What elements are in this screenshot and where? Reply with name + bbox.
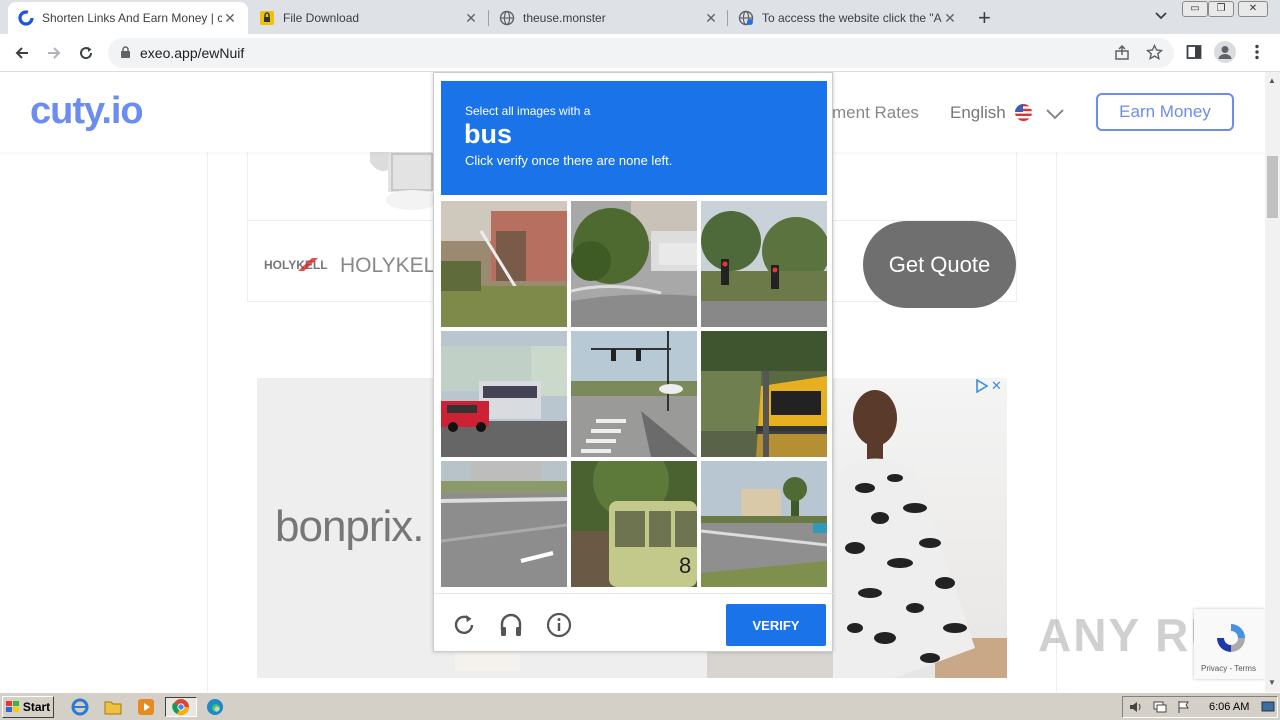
reload-icon[interactable] bbox=[75, 42, 97, 64]
back-arrow-icon[interactable] bbox=[11, 42, 33, 64]
ad-model-image-left bbox=[707, 652, 833, 678]
captcha-subinstruction: Click verify once there are none left. bbox=[465, 153, 673, 168]
captcha-instruction: Select all images with a bbox=[465, 104, 591, 118]
side-panel-icon[interactable] bbox=[1186, 44, 1202, 65]
tab-allow[interactable]: To access the website click the "Allow" … bbox=[728, 2, 968, 34]
ad-product-image bbox=[368, 152, 438, 214]
captcha-tile[interactable] bbox=[571, 201, 697, 327]
tab-title: File Download bbox=[283, 11, 360, 25]
captcha-tile[interactable] bbox=[701, 201, 827, 327]
tab-title: theuse.monster bbox=[523, 11, 606, 25]
start-label: Start bbox=[22, 700, 51, 714]
profile-avatar-icon[interactable] bbox=[1214, 41, 1236, 68]
language-selector[interactable]: English bbox=[950, 103, 1006, 123]
tab-title: Shorten Links And Earn Money | cuty.io bbox=[42, 11, 222, 25]
recaptcha-badge[interactable]: Privacy - Terms bbox=[1194, 609, 1265, 679]
browser-toolbar: exeo.app/ewNuif bbox=[0, 34, 1280, 72]
verify-button[interactable]: VERIFY bbox=[726, 604, 826, 646]
tab-file-download[interactable]: File Download ✕ bbox=[249, 2, 489, 34]
captcha-tile[interactable] bbox=[701, 461, 827, 587]
get-quote-button[interactable]: Get Quote bbox=[863, 221, 1016, 308]
folder-icon[interactable] bbox=[102, 697, 124, 717]
windows-taskbar: Start 6:06 AM bbox=[0, 692, 1280, 720]
captcha-challenge: Select all images with a bus Click verif… bbox=[433, 72, 834, 653]
scrollbar-thumb[interactable] bbox=[1267, 156, 1278, 218]
scroll-up-icon[interactable]: ▲ bbox=[1268, 76, 1276, 85]
kebab-menu-icon[interactable] bbox=[1254, 44, 1260, 65]
speaker-icon[interactable] bbox=[1129, 700, 1143, 719]
forward-arrow-icon[interactable] bbox=[43, 42, 65, 64]
captcha-tile[interactable] bbox=[441, 201, 567, 327]
start-button[interactable]: Start bbox=[2, 696, 54, 718]
ie-icon[interactable] bbox=[69, 697, 91, 717]
minimize-icon[interactable]: ▭ bbox=[1182, 1, 1208, 17]
share-icon[interactable] bbox=[1114, 44, 1130, 66]
captcha-tile[interactable]: 8 bbox=[571, 461, 697, 587]
ad-close-icon[interactable]: ✕ bbox=[991, 378, 1002, 394]
scroll-down-icon[interactable]: ▼ bbox=[1268, 678, 1276, 687]
cuty-logo[interactable]: cuty.io bbox=[30, 90, 144, 133]
chevron-down-icon[interactable] bbox=[1046, 107, 1064, 125]
media-player-icon[interactable] bbox=[135, 697, 157, 717]
captcha-target: bus bbox=[464, 119, 513, 149]
new-tab-button[interactable]: + bbox=[978, 5, 991, 31]
svg-text:8: 8 bbox=[679, 553, 691, 578]
close-window-icon[interactable]: ✕ bbox=[1238, 1, 1268, 17]
edge-icon[interactable] bbox=[204, 697, 226, 717]
taskbar-clock: 6:06 AM bbox=[1209, 701, 1250, 713]
system-tray bbox=[1122, 696, 1278, 718]
flag-icon[interactable] bbox=[1177, 700, 1191, 719]
globe-icon bbox=[738, 10, 754, 26]
captcha-tile[interactable] bbox=[441, 331, 567, 457]
tab-title: To access the website click the "Allow" bbox=[762, 11, 942, 25]
captcha-image-grid: 8 bbox=[441, 201, 827, 587]
holykell-logo: HOLYKELL bbox=[264, 258, 328, 272]
us-flag-icon bbox=[1015, 104, 1032, 126]
bonprix-logo: bonprix. bbox=[275, 502, 425, 551]
url-text: exeo.app/ewNuif bbox=[140, 45, 245, 61]
page-viewport: HOLYKELL HOLYKELL Get Quote bonprix. ✕ c… bbox=[0, 72, 1265, 692]
close-tab-icon[interactable]: ✕ bbox=[222, 10, 238, 27]
globe-icon bbox=[499, 10, 515, 26]
cuty-favicon-icon bbox=[18, 10, 34, 26]
refresh-icon[interactable] bbox=[451, 612, 477, 638]
ad-model-image bbox=[835, 378, 1007, 678]
info-icon[interactable] bbox=[546, 612, 572, 638]
captcha-tile[interactable] bbox=[441, 461, 567, 587]
maximize-icon[interactable]: ❐ bbox=[1208, 1, 1234, 17]
audio-headphones-icon[interactable] bbox=[498, 612, 524, 638]
tab-theuse[interactable]: theuse.monster ✕ bbox=[489, 2, 729, 34]
close-tab-icon[interactable]: ✕ bbox=[942, 10, 958, 27]
captcha-tile[interactable] bbox=[701, 331, 827, 457]
captcha-tile[interactable] bbox=[571, 331, 697, 457]
address-bar[interactable]: exeo.app/ewNuif bbox=[108, 38, 1174, 68]
tab-strip: Shorten Links And Earn Money | cuty.io ✕… bbox=[0, 0, 1280, 34]
recaptcha-privacy-terms[interactable]: Privacy - Terms bbox=[1201, 664, 1256, 673]
lock-favicon-icon bbox=[259, 10, 275, 26]
page-scrollbar[interactable]: ▲ ▼ bbox=[1265, 72, 1280, 692]
close-tab-icon[interactable]: ✕ bbox=[463, 10, 479, 27]
holykell-text: HOLYKELL bbox=[340, 254, 447, 277]
lock-icon[interactable] bbox=[120, 46, 131, 64]
adchoices-icon[interactable] bbox=[975, 378, 989, 398]
bookmark-star-icon[interactable] bbox=[1145, 43, 1164, 66]
network-icon[interactable] bbox=[1153, 700, 1167, 719]
captcha-footer: VERIFY bbox=[434, 593, 834, 653]
nav-payment-rates[interactable]: ment Rates bbox=[832, 103, 919, 123]
tab-search-icon[interactable] bbox=[1154, 9, 1168, 28]
close-tab-icon[interactable]: ✕ bbox=[703, 10, 719, 27]
earn-money-button[interactable]: Earn Money bbox=[1096, 93, 1234, 131]
tab-cuty[interactable]: Shorten Links And Earn Money | cuty.io ✕ bbox=[8, 2, 248, 34]
captcha-header: Select all images with a bus Click verif… bbox=[441, 81, 827, 195]
chrome-icon[interactable] bbox=[165, 697, 197, 717]
show-desktop-icon[interactable] bbox=[1261, 700, 1275, 719]
